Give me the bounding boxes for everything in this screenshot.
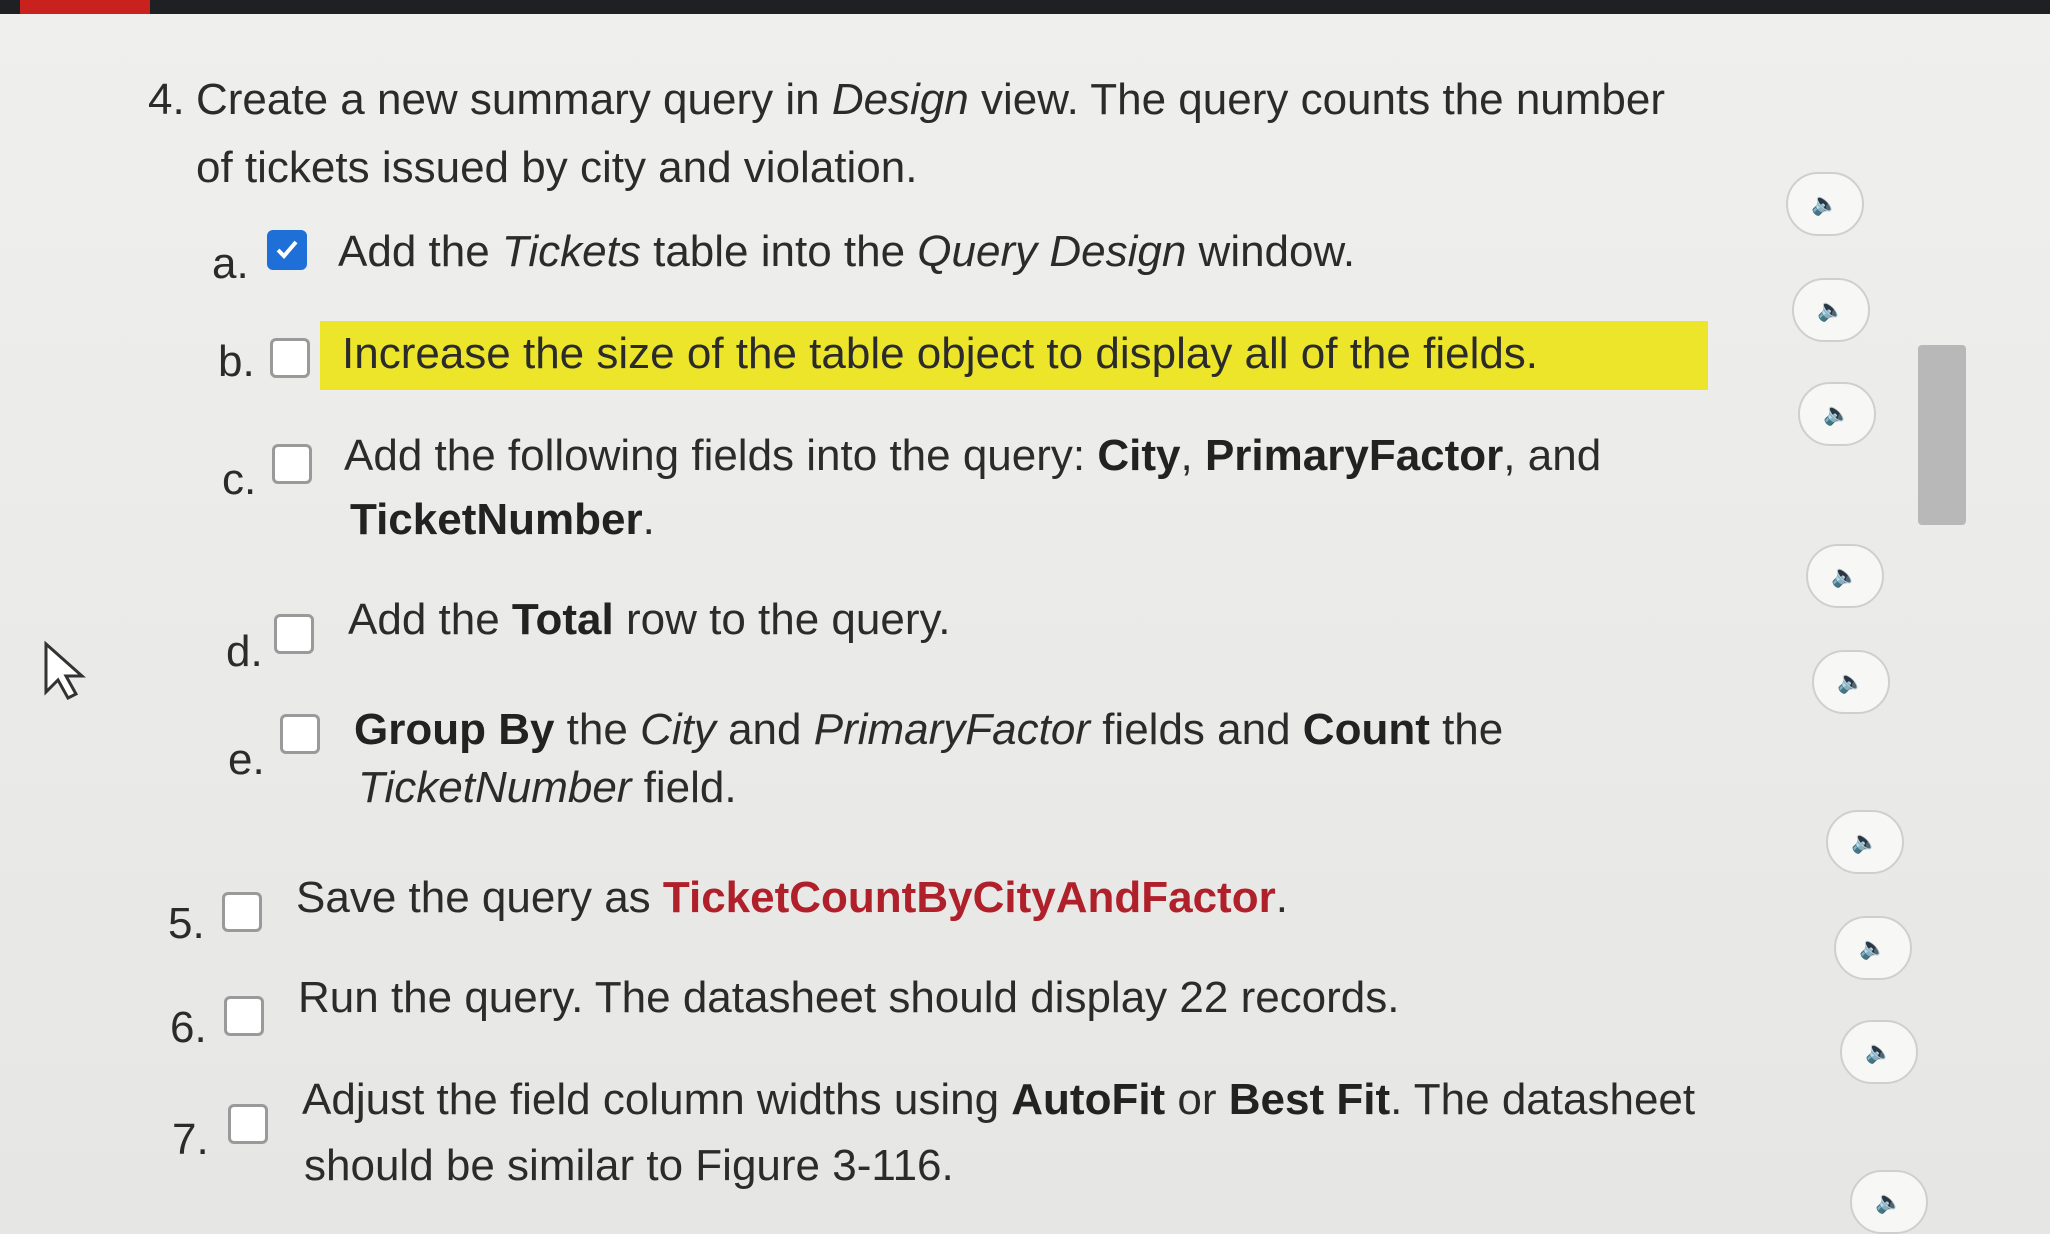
top-bar <box>0 0 2050 14</box>
step-number: 5. <box>168 899 205 948</box>
step-number: 4. <box>148 75 185 124</box>
checkbox-5[interactable] <box>222 892 262 932</box>
italic-text: Design <box>831 75 969 124</box>
text: , <box>1180 431 1205 480</box>
speaker-icon[interactable]: 🔈 <box>1826 810 1904 874</box>
substep-a-text: Add the Tickets table into the Query Des… <box>338 222 1355 282</box>
checkbox-d[interactable] <box>274 614 314 654</box>
step-number: 7. <box>172 1115 209 1164</box>
substep-b-text: Increase the size of the table object to… <box>320 321 1709 390</box>
italic-text: TicketNumber <box>358 763 632 812</box>
substep-letter: b. <box>218 337 255 386</box>
substep-c-text-line-2: TicketNumber. <box>350 490 655 550</box>
speaker-icon[interactable]: 🔈 <box>1798 382 1876 446</box>
checkbox-a[interactable] <box>267 230 307 270</box>
speaker-icon[interactable]: 🔈 <box>1792 278 1870 342</box>
italic-text: City <box>640 705 716 754</box>
speaker-icon[interactable]: 🔈 <box>1812 650 1890 714</box>
checkmark-icon <box>276 240 298 259</box>
bold-text: Group By <box>354 705 555 754</box>
speaker-icon[interactable]: 🔈 <box>1806 544 1884 608</box>
italic-text: Query Design <box>917 227 1187 276</box>
bold-text: City <box>1097 431 1181 480</box>
text: Add the <box>338 227 502 276</box>
text: field. <box>631 763 737 812</box>
text: Add the <box>348 595 512 644</box>
checkbox-e[interactable] <box>280 714 320 754</box>
speaker-icon[interactable]: 🔈 <box>1834 916 1912 980</box>
text: the <box>554 705 641 754</box>
step-7-text: Adjust the field column widths using Aut… <box>302 1070 1782 1130</box>
scrollbar-thumb[interactable] <box>1918 345 1966 525</box>
checkbox-c[interactable] <box>272 444 312 484</box>
highlighted-text: Increase the size of the table object to… <box>320 321 1709 390</box>
bold-text: AutoFit <box>1011 1075 1166 1124</box>
step-4-line-1: Create a new summary query in Design vie… <box>196 70 1665 130</box>
text: or <box>1165 1075 1229 1124</box>
query-name: TicketCountByCityAndFactor <box>662 873 1276 922</box>
text: the <box>1429 705 1504 754</box>
substep-d-text: Add the Total row to the query. <box>348 590 950 650</box>
text: row to the query. <box>613 595 951 644</box>
substep-letter: c. <box>222 455 257 504</box>
bold-text: PrimaryFactor <box>1204 431 1504 480</box>
text: Adjust the field column widths using <box>302 1075 1012 1124</box>
text: window. <box>1186 227 1356 276</box>
substep-letter: a. <box>212 239 249 288</box>
bold-text: Count <box>1302 705 1430 754</box>
text: view. The query counts the number <box>968 75 1666 124</box>
mouse-cursor-icon <box>44 640 86 700</box>
checkbox-6[interactable] <box>224 996 264 1036</box>
text: and <box>715 705 814 754</box>
step-6-text: Run the query. The datasheet should disp… <box>298 973 1400 1022</box>
text: Create a new summary query in <box>196 75 832 124</box>
brand-accent <box>20 0 150 14</box>
step-4-line-2: of tickets issued by city and violation. <box>196 143 918 192</box>
substep-letter: e. <box>228 735 265 784</box>
substep-e-text: Group By the City and PrimaryFactor fiel… <box>354 700 1604 760</box>
text: . <box>642 495 655 544</box>
step-5-text: Save the query as TicketCountByCityAndFa… <box>296 868 1288 928</box>
bold-text: TicketNumber <box>350 495 643 544</box>
step-number: 6. <box>170 1003 207 1052</box>
bold-text: Total <box>511 595 614 644</box>
bold-text: Best Fit <box>1228 1075 1391 1124</box>
checkbox-7[interactable] <box>228 1104 268 1144</box>
substep-e-text-line-2: TicketNumber field. <box>358 758 737 818</box>
text: Add the following fields into the query: <box>344 431 1098 480</box>
text: . <box>1275 873 1288 922</box>
text: Save the query as <box>296 873 663 922</box>
speaker-icon[interactable]: 🔈 <box>1786 172 1864 236</box>
text: . The datasheet <box>1390 1075 1696 1124</box>
substep-letter: d. <box>226 627 263 676</box>
step-7-text-line-2: should be similar to Figure 3-116. <box>304 1141 954 1190</box>
text: , and <box>1503 431 1602 480</box>
italic-text: Tickets <box>501 227 641 276</box>
substep-c-text: Add the following fields into the query:… <box>344 426 1644 486</box>
italic-text: PrimaryFactor <box>813 705 1090 754</box>
checkbox-b[interactable] <box>270 338 310 378</box>
speaker-icon[interactable]: 🔈 <box>1850 1170 1928 1234</box>
text: table into the <box>640 227 918 276</box>
text: fields and <box>1089 705 1303 754</box>
speaker-icon[interactable]: 🔈 <box>1840 1020 1918 1084</box>
